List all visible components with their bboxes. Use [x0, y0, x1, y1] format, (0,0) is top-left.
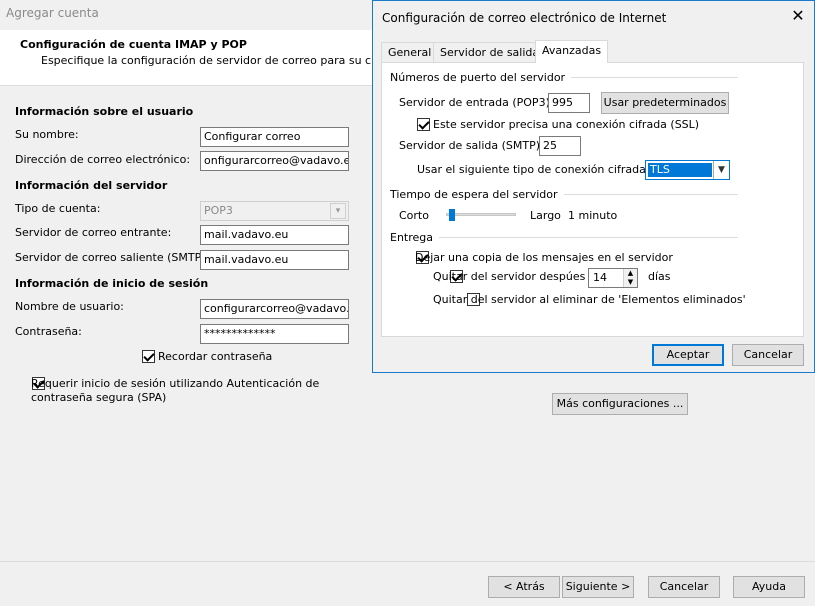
- server-info-heading: Información del servidor: [15, 179, 168, 192]
- ports-group-label: Números de puerto del servidor: [390, 71, 566, 84]
- timeout-slider-thumb[interactable]: [449, 209, 456, 221]
- delivery-group-header: Entrega: [390, 231, 738, 244]
- chevron-down-icon[interactable]: ▼: [623, 278, 637, 287]
- remove-after-days-value: 14: [593, 271, 607, 284]
- encryption-label: Usar el siguiente tipo de conexión cifra…: [417, 163, 650, 176]
- use-defaults-button[interactable]: Usar predeterminados: [601, 92, 729, 114]
- spa-label-line2: contraseña segura (SPA): [31, 391, 167, 404]
- encryption-value: TLS: [648, 163, 712, 177]
- timeout-long-label: Largo: [530, 209, 561, 222]
- footer-divider: [0, 561, 815, 562]
- page-subtitle: Especifique la configuración de servidor…: [41, 54, 407, 67]
- incoming-server-field[interactable]: mail.vadavo.eu: [200, 225, 349, 245]
- timeout-group-label: Tiempo de espera del servidor: [390, 188, 558, 201]
- page-title: Configuración de cuenta IMAP y POP: [20, 38, 247, 51]
- leave-copy-label: Dejar una copia de los mensajes en el se…: [415, 251, 673, 264]
- incoming-port-field[interactable]: 995: [548, 93, 590, 113]
- outgoing-port-label: Servidor de salida (SMTP):: [399, 139, 544, 152]
- dialog-cancel-button[interactable]: Cancelar: [732, 344, 804, 366]
- help-button[interactable]: Ayuda: [733, 576, 805, 598]
- tab-advanced[interactable]: Avanzadas: [535, 40, 609, 63]
- ssl-label: Este servidor precisa una conexión cifra…: [433, 118, 700, 131]
- outgoing-server-label: Servidor de correo saliente (SMTP):: [15, 251, 210, 264]
- email-field[interactable]: onfigurarcorreo@vadavo.eu: [200, 151, 349, 171]
- password-label: Contraseña:: [15, 325, 82, 338]
- username-label: Nombre de usuario:: [15, 300, 124, 313]
- timeout-short-label: Corto: [399, 209, 429, 222]
- account-type-label: Tipo de cuenta:: [15, 202, 101, 215]
- timeout-slider-track[interactable]: [446, 213, 516, 216]
- back-button[interactable]: < Atrás: [488, 576, 560, 598]
- dialog-title: Configuración de correo electrónico de I…: [382, 11, 667, 25]
- remove-after-days-stepper[interactable]: 14 ▲ ▼: [588, 268, 638, 288]
- internet-email-settings-dialog: Configuración de correo electrónico de I…: [372, 0, 815, 373]
- remember-password-label: Recordar contraseña: [158, 350, 273, 363]
- chevron-down-icon: ▾: [330, 203, 346, 219]
- account-type-value: POP3: [204, 204, 233, 217]
- name-field[interactable]: Configurar correo: [200, 127, 349, 147]
- delivery-group-label: Entrega: [390, 231, 434, 244]
- password-field[interactable]: *************: [200, 324, 349, 344]
- timeout-value: 1 minuto: [568, 209, 618, 222]
- spa-label-line1: Requerir inicio de sesión utilizando Aut…: [31, 377, 320, 390]
- window-title: Agregar cuenta: [6, 6, 99, 20]
- login-info-heading: Información de inicio de sesión: [15, 277, 209, 290]
- incoming-server-label: Servidor de correo entrante:: [15, 226, 172, 239]
- close-icon[interactable]: ✕: [789, 7, 807, 25]
- ssl-checkbox[interactable]: [417, 118, 430, 131]
- user-info-heading: Información sobre el usuario: [15, 105, 194, 118]
- email-label: Dirección de correo electrónico:: [15, 153, 191, 166]
- ok-button[interactable]: Aceptar: [652, 344, 724, 366]
- name-label: Su nombre:: [15, 128, 79, 141]
- advanced-tab-panel: Números de puerto del servidor Servidor …: [381, 62, 804, 337]
- username-field[interactable]: configurarcorreo@vadavo.e: [200, 299, 349, 319]
- incoming-port-label: Servidor de entrada (POP3):: [399, 96, 554, 109]
- chevron-up-icon[interactable]: ▲: [623, 269, 637, 278]
- remove-after-label: Quitar del servidor despúes: [433, 270, 586, 283]
- tab-outgoing-server[interactable]: Servidor de salida: [433, 42, 547, 63]
- outgoing-server-field[interactable]: mail.vadavo.eu: [200, 250, 349, 270]
- encryption-select[interactable]: TLS ▼: [645, 160, 730, 180]
- remove-deleted-label: Quitar del servidor al eliminar de 'Elem…: [433, 293, 746, 306]
- account-type-select: POP3 ▾: [200, 201, 349, 221]
- ports-group-header: Números de puerto del servidor: [390, 71, 738, 84]
- more-settings-button[interactable]: Más configuraciones ...: [552, 393, 688, 415]
- chevron-down-icon: ▼: [713, 161, 729, 179]
- remember-password-checkbox[interactable]: [142, 350, 155, 363]
- next-button[interactable]: Siguiente >: [562, 576, 634, 598]
- timeout-group-header: Tiempo de espera del servidor: [390, 188, 738, 201]
- days-label: días: [648, 270, 671, 283]
- tab-general[interactable]: General: [381, 42, 439, 63]
- cancel-button[interactable]: Cancelar: [648, 576, 720, 598]
- outgoing-port-field[interactable]: 25: [539, 136, 581, 156]
